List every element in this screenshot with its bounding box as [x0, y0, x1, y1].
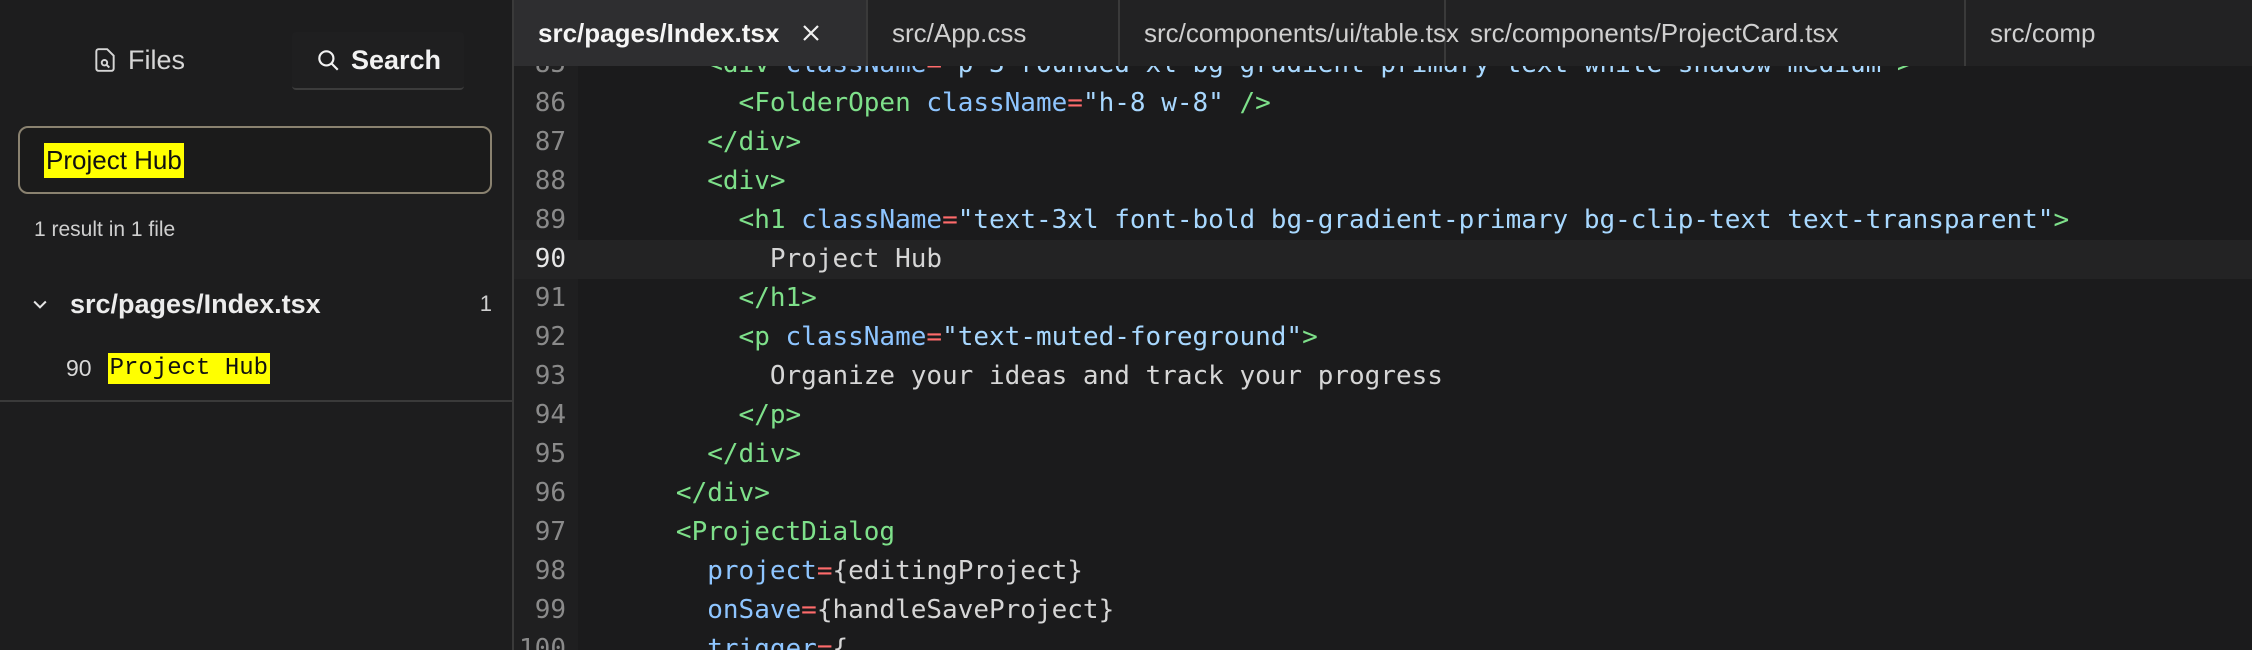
code-line[interactable]: 97 <ProjectDialog [514, 513, 2252, 552]
code-text: </p> [738, 400, 802, 430]
chevron-down-icon[interactable] [30, 294, 56, 314]
line-number: 85 [514, 66, 566, 84]
code-text: <div className="p-3 rounded-xl bg-gradie… [582, 66, 1912, 84]
code-editor-app: Files Search Project Hub 1 result in 1 f… [0, 0, 2252, 650]
editor-tab-table[interactable]: src/components/ui/table.tsx [1120, 0, 1459, 66]
code-line[interactable]: 93 Organize your ideas and track your pr… [514, 357, 2252, 396]
code-text: <p className="text-muted-foreground"> [738, 322, 1318, 352]
code-text: <div> [707, 166, 786, 196]
sidebar-tabs: Files Search [0, 0, 512, 118]
code-text: Project Hub [582, 244, 943, 274]
search-sidebar: Files Search Project Hub 1 result in 1 f… [0, 0, 514, 650]
line-number: 98 [534, 556, 566, 586]
file-search-icon [92, 47, 118, 73]
code-line[interactable]: 87 </div> [514, 123, 2252, 162]
close-icon[interactable] [799, 21, 823, 45]
line-number: 90 [534, 244, 566, 274]
code-line[interactable]: 94 </p> [514, 396, 2252, 435]
search-icon [315, 47, 341, 73]
code-text: onSave={handleSaveProject} [707, 595, 1115, 625]
code-line[interactable]: 100 trigger={ [514, 630, 2252, 650]
result-line-row[interactable]: 90 Project Hub [66, 348, 271, 388]
code-line[interactable]: 89 <h1 className="text-3xl font-bold bg-… [514, 201, 2252, 240]
code-line[interactable]: 98 project={editingProject} [514, 552, 2252, 591]
tab-files-label: Files [128, 44, 186, 75]
line-number: 95 [534, 439, 566, 469]
line-number: 97 [534, 517, 566, 547]
code-text: </div> [707, 439, 802, 469]
editor-tab-project-card[interactable]: src/components/ProjectCard.tsx [1446, 0, 1966, 66]
line-number: 89 [534, 205, 566, 235]
line-number: 88 [534, 166, 566, 196]
result-file-count: 1 [479, 291, 492, 316]
code-text: <ProjectDialog [675, 517, 896, 547]
editor-tab-label: src/components/ui/table.tsx [1144, 17, 1460, 48]
code-text: <h1 className="text-3xl font-bold bg-gra… [738, 205, 2070, 235]
code-line[interactable]: 88 <div> [514, 162, 2252, 201]
code-line[interactable]: 90 Project Hub [514, 240, 2252, 279]
tab-files[interactable]: Files [92, 36, 185, 84]
editor-tab-comp[interactable]: src/comp [1966, 0, 2252, 66]
sidebar-divider [0, 400, 512, 402]
code-line[interactable]: 99 onSave={handleSaveProject} [514, 591, 2252, 630]
code-line[interactable]: 95 </div> [514, 435, 2252, 474]
line-number: 87 [534, 127, 566, 157]
line-number: 92 [534, 322, 566, 352]
line-number: 93 [534, 361, 566, 391]
editor-tab-label: src/components/ProjectCard.tsx [1470, 17, 1839, 48]
code-line[interactable]: 86 <FolderOpen className="h-8 w-8" /> [514, 84, 2252, 123]
editor-tab-label: src/pages/Index.tsx [538, 17, 780, 48]
line-number: 96 [534, 478, 566, 508]
line-number: 99 [534, 595, 566, 625]
result-count: 1 result in 1 file [34, 218, 176, 241]
code-text: </div> [675, 478, 770, 508]
code-text: trigger={ [707, 634, 849, 650]
result-line-match: Project Hub [107, 352, 271, 384]
code-text: project={editingProject} [707, 556, 1083, 586]
line-number: 91 [534, 283, 566, 313]
code-line[interactable]: 96 </div> [514, 474, 2252, 513]
code-text: <FolderOpen className="h-8 w-8" /> [738, 88, 1271, 118]
editor-tab-label: src/comp [1990, 17, 2096, 48]
line-number: 100 [519, 634, 566, 650]
result-file-row[interactable]: src/pages/Index.tsx 1 [30, 284, 492, 324]
code-text: Organize your ideas and track your progr… [582, 361, 1443, 391]
result-file-path: src/pages/Index.tsx [70, 288, 321, 319]
search-input[interactable]: Project Hub [44, 142, 184, 178]
editor-tab-bar: src/pages/Index.tsx src/App.css src/comp… [514, 0, 2252, 67]
code-text: </div> [707, 127, 802, 157]
editor-tab-app-css[interactable]: src/App.css [868, 0, 1120, 66]
tab-search[interactable]: Search [292, 32, 464, 90]
editor-tab-index[interactable]: src/pages/Index.tsx [514, 0, 868, 66]
code-line[interactable]: 91 </h1> [514, 279, 2252, 318]
code-text: </h1> [738, 283, 817, 313]
search-input-container[interactable]: Project Hub [18, 126, 492, 194]
editor-tab-label: src/App.css [892, 17, 1027, 48]
code-editor[interactable]: 85 <div className="p-3 rounded-xl bg-gra… [514, 66, 2252, 650]
line-number: 94 [534, 400, 566, 430]
code-line-partial[interactable]: 85 <div className="p-3 rounded-xl bg-gra… [514, 66, 2252, 84]
code-line[interactable]: 92 <p className="text-muted-foreground"> [514, 318, 2252, 357]
line-number: 86 [534, 88, 566, 118]
result-line-number: 90 [66, 354, 92, 381]
tab-search-label: Search [350, 44, 442, 75]
